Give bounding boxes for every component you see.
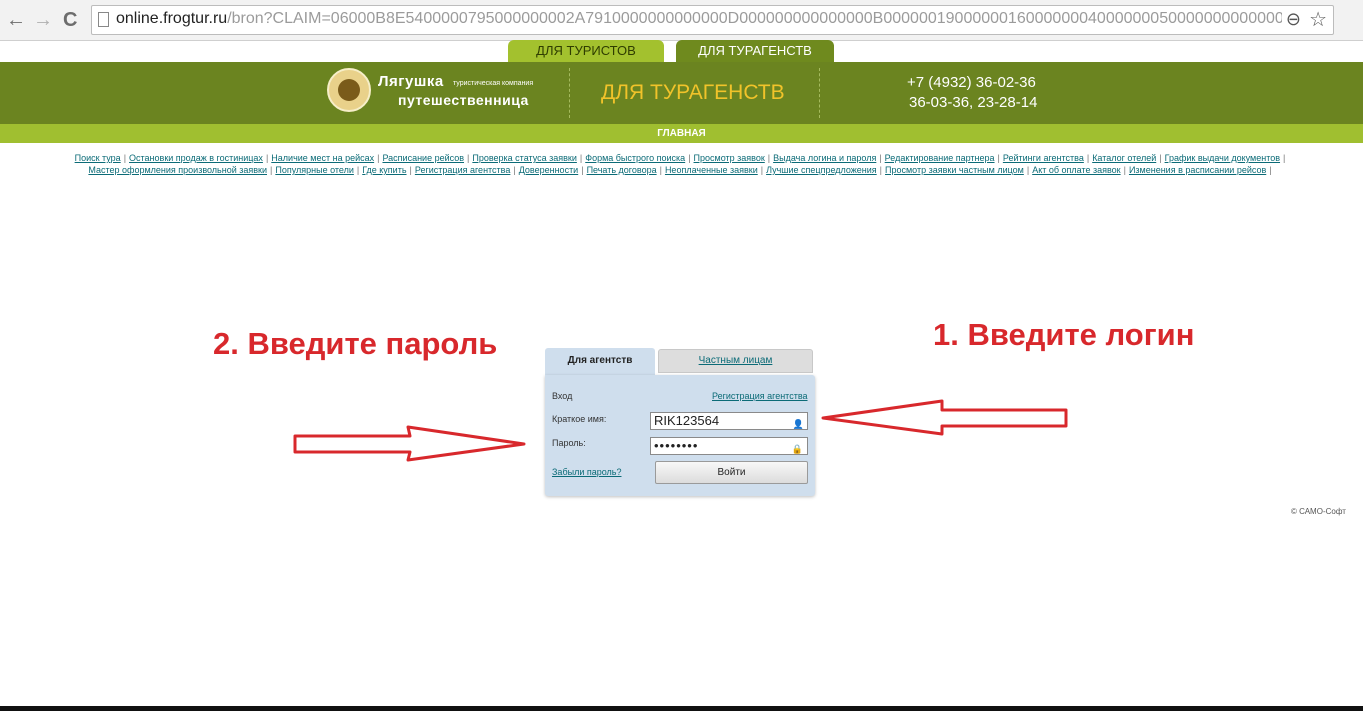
annotation-password: 2. Введите пароль <box>213 326 498 361</box>
quick-link[interactable]: Рейтинги агентства <box>1003 153 1084 163</box>
browser-toolbar: ← → C online.frogtur.ru/bron?CLAIM=06000… <box>0 0 1363 41</box>
url-text[interactable]: online.frogtur.ru/bron?CLAIM=06000B8E540… <box>116 10 1282 28</box>
arrow-right-icon <box>293 425 526 462</box>
logo-line2: путешественница <box>398 92 529 108</box>
back-button[interactable]: ← <box>6 8 26 32</box>
quick-link[interactable]: Популярные отели <box>275 165 354 175</box>
username-label: Краткое имя: <box>552 414 607 424</box>
quick-link[interactable]: Поиск тура <box>75 153 121 163</box>
taskbar-edge <box>0 706 1363 711</box>
quick-link[interactable]: Где купить <box>362 165 406 175</box>
site-tabs: ДЛЯ ТУРИСТОВ ДЛЯ ТУРАГЕНСТВ <box>0 40 1363 62</box>
quick-link[interactable]: Каталог отелей <box>1092 153 1156 163</box>
link-separator: | <box>879 165 883 175</box>
tab-private-persons[interactable]: Частным лицам <box>658 349 813 373</box>
site-header: Лягушка туристическая компания путешеств… <box>0 62 1363 124</box>
phone-primary: +7 (4932) 36-02-36 <box>907 74 1036 91</box>
header-title: ДЛЯ ТУРАГЕНСТВ <box>601 81 785 104</box>
quick-links: Поиск тура | Остановки продаж в гостиницах… <box>30 152 1333 176</box>
lock-icon: 🔒 <box>791 444 804 454</box>
tab-for-agencies[interactable]: Для агентств <box>545 348 655 376</box>
login-button[interactable]: Войти <box>655 461 808 484</box>
entry-label: Вход <box>552 391 573 401</box>
link-separator: | <box>123 153 127 163</box>
forward-button[interactable]: → <box>33 8 53 32</box>
logo-line1: Лягушка <box>378 73 444 90</box>
bookmark-star-icon[interactable]: ☆ <box>1309 7 1327 32</box>
forgot-password-link[interactable]: Забыли пароль? <box>552 467 621 477</box>
login-panel: Для агентств Частным лицам Вход Регистра… <box>545 348 815 496</box>
password-value: •••••••• <box>654 438 699 453</box>
quick-link[interactable]: Проверка статуса заявки <box>472 153 577 163</box>
link-separator: | <box>879 153 882 163</box>
main-nav-bar: ГЛАВНАЯ <box>0 124 1363 143</box>
quick-link[interactable]: Неоплаченные заявки <box>665 165 758 175</box>
quick-link[interactable]: Регистрация агентства <box>415 165 511 175</box>
password-input[interactable]: •••••••• 🔒 <box>650 437 808 455</box>
password-label: Пароль: <box>552 438 586 448</box>
link-separator: | <box>409 165 412 175</box>
quick-link[interactable]: Печать договора <box>587 165 657 175</box>
link-separator: | <box>1159 153 1162 163</box>
header-divider <box>819 68 821 118</box>
link-separator: | <box>1026 165 1030 175</box>
quick-link[interactable]: Доверенности <box>519 165 579 175</box>
quick-link[interactable]: Редактирование партнера <box>885 153 995 163</box>
copyright: © САМО-Софт <box>1291 507 1346 516</box>
phone-secondary: 36-03-36, 23-28-14 <box>909 94 1038 111</box>
username-value: RIK123564 <box>654 413 720 428</box>
quick-link[interactable]: Остановки продаж в гостиницах <box>129 153 263 163</box>
quick-link[interactable]: Акт об оплате заявок <box>1032 165 1120 175</box>
quick-link[interactable]: Форма быстрого поиска <box>585 153 685 163</box>
address-bar[interactable]: online.frogtur.ru/bron?CLAIM=06000B8E540… <box>91 5 1334 35</box>
link-separator: | <box>760 165 764 175</box>
link-separator: | <box>688 153 691 163</box>
quick-link[interactable]: Просмотр заявки частным лицом <box>885 165 1024 175</box>
link-separator: | <box>1283 153 1286 163</box>
header-divider <box>569 68 571 118</box>
quick-link[interactable]: Выдача логина и пароля <box>773 153 876 163</box>
annotation-login: 1. Введите логин <box>933 317 1195 352</box>
username-input[interactable]: RIK123564 👤 <box>650 412 808 430</box>
main-link[interactable]: ГЛАВНАЯ <box>657 128 706 139</box>
quick-link[interactable]: Просмотр заявок <box>694 153 765 163</box>
link-separator: | <box>767 153 771 163</box>
quick-link[interactable]: Расписание рейсов <box>382 153 464 163</box>
quick-link[interactable]: Мастер оформления произвольной заявки <box>88 165 267 175</box>
link-separator: | <box>356 165 360 175</box>
reload-button[interactable]: C <box>63 8 77 32</box>
user-icon: 👤 <box>792 419 804 429</box>
logo-subtitle: туристическая компания <box>453 80 534 87</box>
arrow-left-icon <box>821 399 1068 436</box>
register-agency-link[interactable]: Регистрация агентства <box>712 391 808 401</box>
tab-tourists[interactable]: ДЛЯ ТУРИСТОВ <box>508 40 664 62</box>
login-form: Вход Регистрация агентства Краткое имя: … <box>545 375 815 496</box>
quick-link[interactable]: Наличие мест на рейсах <box>271 153 374 163</box>
page-icon <box>98 12 109 27</box>
tab-agencies[interactable]: ДЛЯ ТУРАГЕНСТВ <box>676 40 834 62</box>
link-separator: | <box>1123 165 1126 175</box>
zoom-icon[interactable]: ⊖ <box>1286 9 1301 30</box>
link-separator: | <box>659 165 662 175</box>
link-separator: | <box>997 153 1000 163</box>
link-separator: | <box>1086 153 1090 163</box>
frog-logo-icon[interactable] <box>327 68 371 112</box>
link-separator: | <box>579 153 583 163</box>
link-separator: | <box>581 165 584 175</box>
quick-link[interactable]: Лучшие спецпредложения <box>766 165 877 175</box>
link-separator: | <box>513 165 516 175</box>
link-separator: | <box>1269 165 1272 175</box>
quick-link[interactable]: График выдачи документов <box>1165 153 1280 163</box>
quick-link[interactable]: Изменения в расписании рейсов <box>1129 165 1266 175</box>
